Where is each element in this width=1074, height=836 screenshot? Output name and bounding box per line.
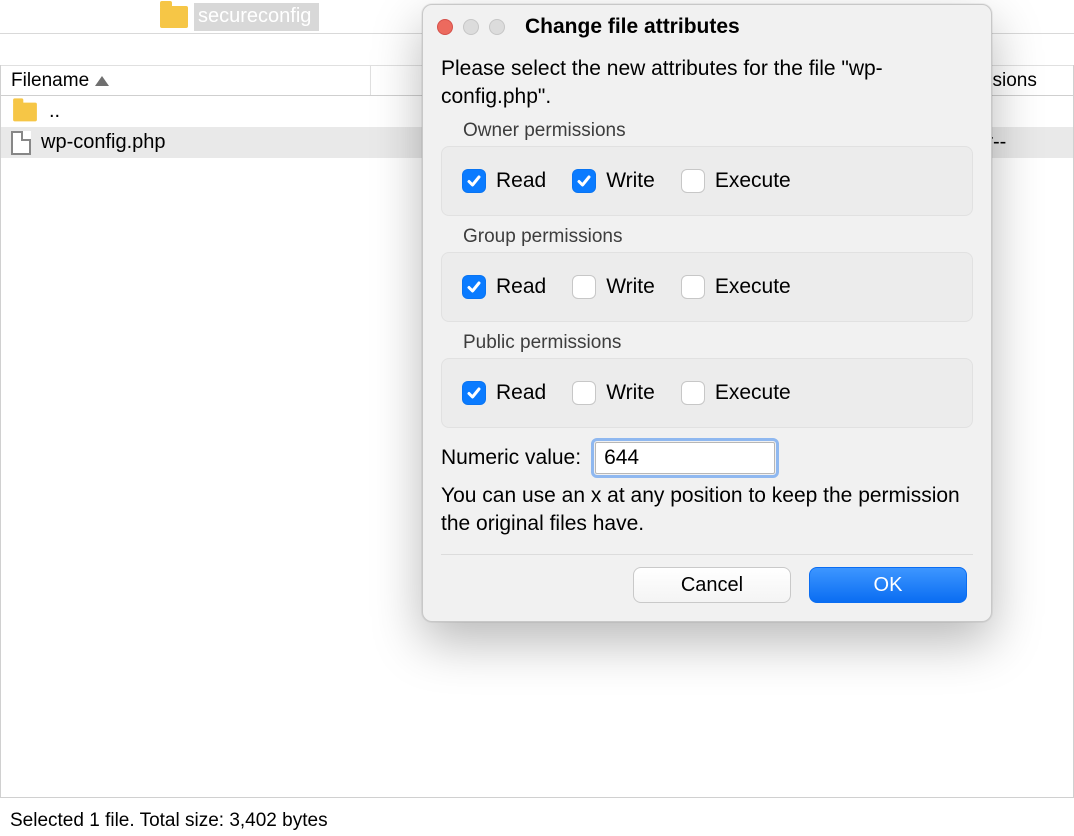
group-execute-checkbox[interactable]: Execute (681, 275, 791, 299)
ok-button[interactable]: OK (809, 567, 967, 603)
column-filename-label: Filename (11, 70, 89, 92)
change-attributes-dialog: Change file attributes Please select the… (422, 4, 992, 622)
public-write-checkbox[interactable]: Write (572, 381, 655, 405)
checkbox-label: Write (606, 169, 655, 193)
column-filename[interactable]: Filename (1, 66, 371, 95)
folder-icon (13, 102, 37, 121)
public-permissions-label: Public permissions (463, 332, 973, 354)
checkbox-label: Read (496, 381, 546, 405)
dialog-title: Change file attributes (525, 15, 977, 39)
dialog-titlebar: Change file attributes (423, 5, 991, 49)
path-folder-chip[interactable]: secureconfig (160, 3, 319, 31)
public-execute-checkbox[interactable]: Execute (681, 381, 791, 405)
group-write-checkbox[interactable]: Write (572, 275, 655, 299)
public-read-checkbox[interactable]: Read (462, 381, 546, 405)
file-icon (11, 131, 31, 155)
owner-permissions-group: Owner permissions Read Write Execute (441, 120, 973, 216)
checkbox-label: Execute (715, 381, 791, 405)
cancel-button[interactable]: Cancel (633, 567, 791, 603)
status-text: Selected 1 file. Total size: 3,402 bytes (10, 810, 328, 832)
list-item-label: wp-config.php (41, 131, 166, 154)
numeric-value-input[interactable] (595, 442, 775, 474)
dialog-instruction: Please select the new attributes for the… (441, 55, 973, 112)
group-permissions-group: Group permissions Read Write Execute (441, 226, 973, 322)
owner-execute-checkbox[interactable]: Execute (681, 169, 791, 193)
numeric-value-label: Numeric value: (441, 446, 581, 470)
owner-write-checkbox[interactable]: Write (572, 169, 655, 193)
sort-ascending-icon (95, 76, 109, 86)
close-icon[interactable] (437, 19, 453, 35)
status-bar: Selected 1 file. Total size: 3,402 bytes (0, 804, 1074, 836)
checkbox-label: Write (606, 381, 655, 405)
owner-permissions-label: Owner permissions (463, 120, 973, 142)
checkbox-label: Read (496, 169, 546, 193)
owner-read-checkbox[interactable]: Read (462, 169, 546, 193)
path-folder-label: secureconfig (194, 3, 319, 31)
folder-icon (160, 6, 188, 28)
dialog-separator (441, 554, 973, 555)
checkbox-label: Read (496, 275, 546, 299)
group-read-checkbox[interactable]: Read (462, 275, 546, 299)
zoom-icon (489, 19, 505, 35)
checkbox-label: Execute (715, 169, 791, 193)
checkbox-label: Write (606, 275, 655, 299)
minimize-icon (463, 19, 479, 35)
numeric-hint: You can use an x at any position to keep… (441, 482, 973, 539)
public-permissions-group: Public permissions Read Write Execute (441, 332, 973, 428)
list-item-label: .. (49, 100, 60, 123)
checkbox-label: Execute (715, 275, 791, 299)
group-permissions-label: Group permissions (463, 226, 973, 248)
